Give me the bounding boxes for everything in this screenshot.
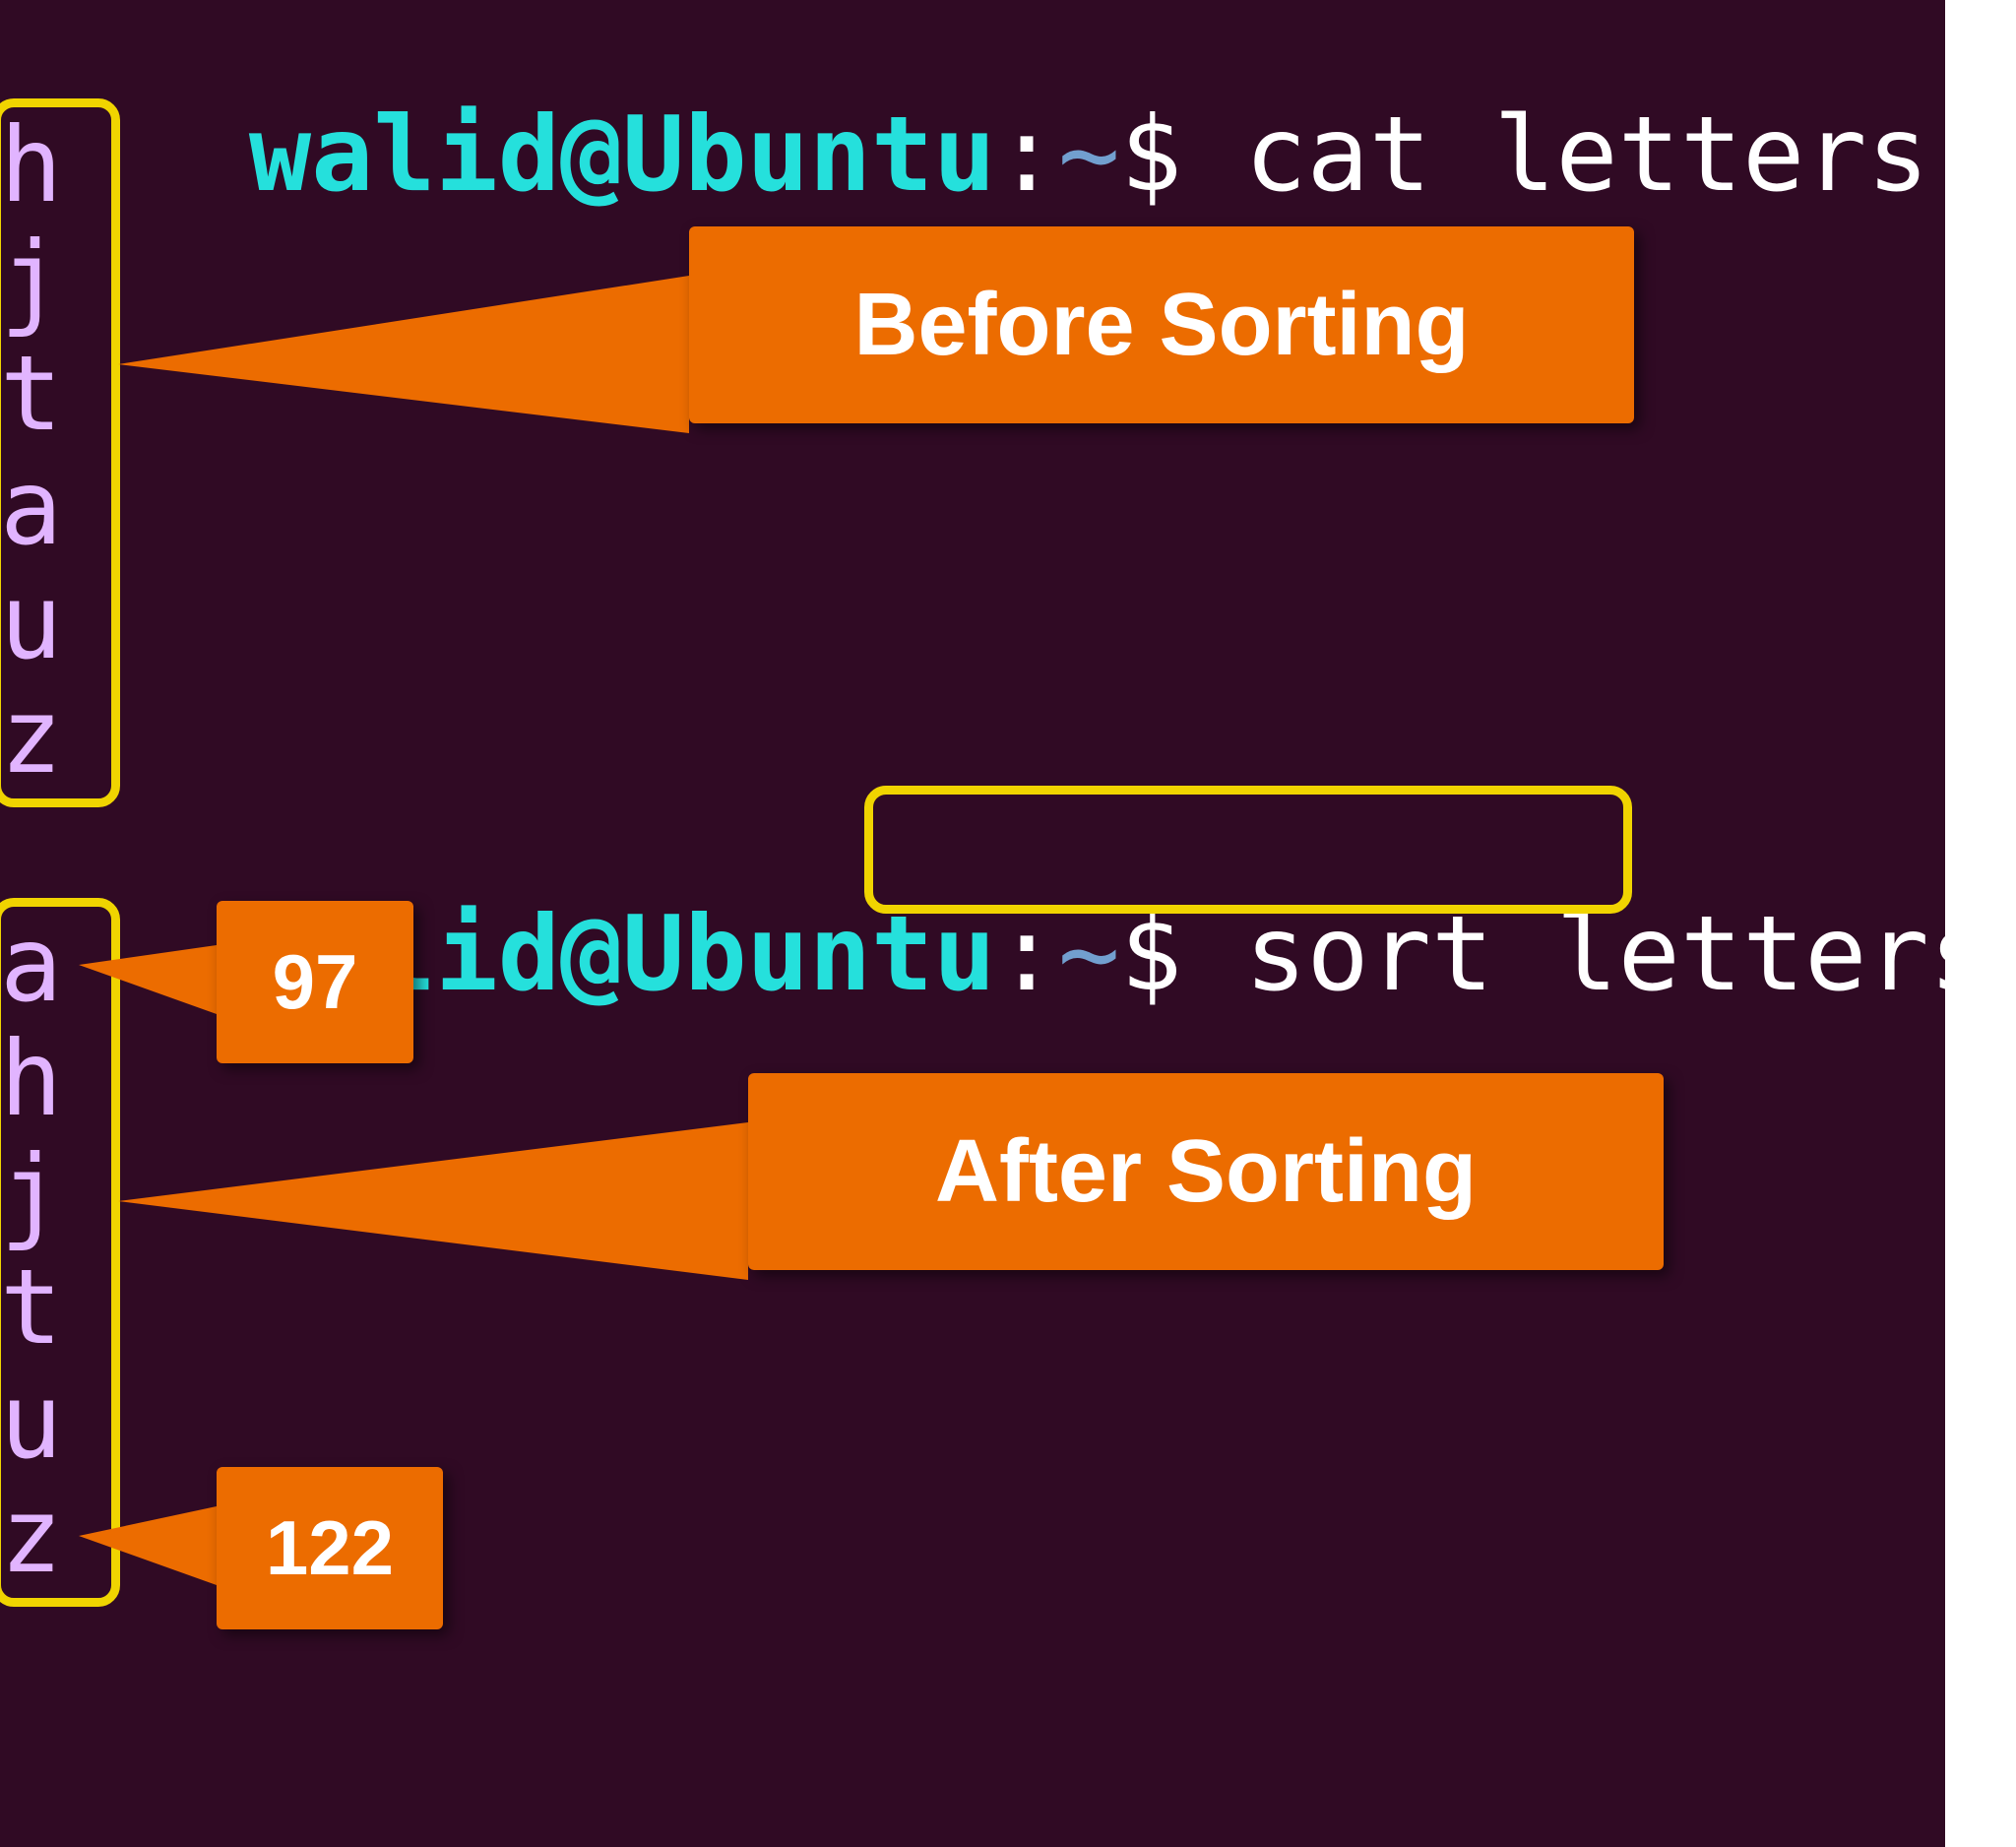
callout-after-sorting: After Sorting: [748, 1073, 1664, 1270]
callout-ascii-z: 122: [217, 1467, 443, 1629]
terminal-window: walid@Ubuntu:~$ cat letters h j t a u z …: [0, 0, 1945, 1847]
callout-label: 122: [266, 1503, 394, 1593]
callout-label: After Sorting: [935, 1121, 1477, 1223]
